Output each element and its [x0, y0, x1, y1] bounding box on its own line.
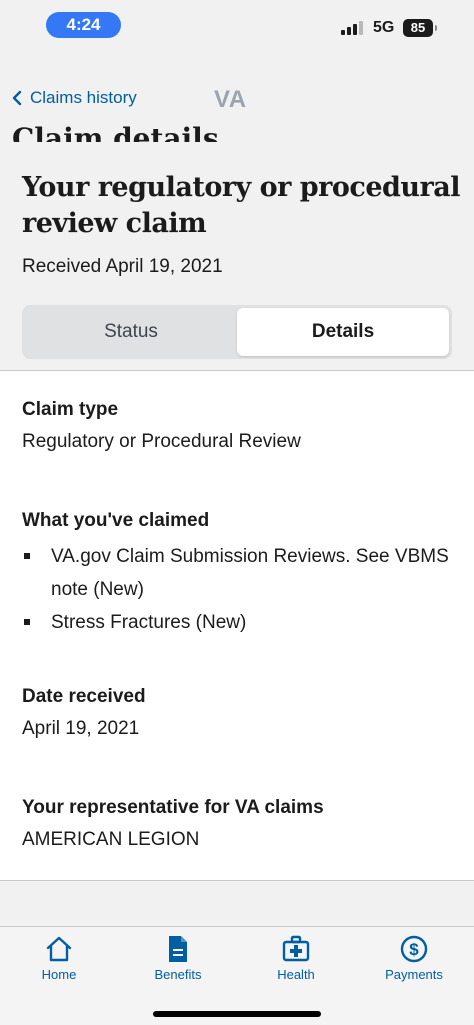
claim-type-section: Claim type Regulatory or Procedural Revi…	[22, 399, 462, 455]
svg-text:$: $	[409, 940, 419, 959]
network-type: 5G	[373, 19, 395, 36]
claim-details-heading: Claim details	[12, 118, 462, 142]
bullet-icon	[24, 553, 30, 559]
representative-label: Your representative for VA claims	[22, 797, 324, 818]
home-indicator[interactable]	[153, 1011, 321, 1017]
status-time: 4:24	[46, 12, 121, 38]
representative-value: AMERICAN LEGION	[22, 829, 200, 850]
list-item: Stress Fractures (New)	[22, 606, 462, 639]
tab-payments-label: Payments	[385, 967, 443, 982]
received-date: Received April 19, 2021	[22, 256, 223, 277]
claimed-label: What you've claimed	[22, 510, 210, 531]
nav-header: Claims history VA	[0, 80, 474, 120]
medical-kit-icon	[282, 935, 310, 962]
tab-details[interactable]: Details	[237, 308, 449, 356]
status-bar: 4:24 5G 85	[0, 0, 474, 50]
signal-icon	[341, 21, 363, 35]
tab-benefits-label: Benefits	[154, 967, 202, 982]
bullet-icon	[24, 619, 30, 625]
claim-details-panel: Claim type Regulatory or Procedural Revi…	[0, 370, 474, 881]
back-button-label: Claims history	[30, 88, 137, 107]
dollar-circle-icon: $	[400, 935, 428, 963]
date-received-section: Date received April 19, 2021	[22, 686, 462, 742]
list-item: VA.gov Claim Submission Reviews. See VBM…	[22, 540, 462, 606]
tab-home-label: Home	[41, 967, 77, 982]
claim-details-heading-text: Claim details	[12, 122, 219, 142]
claimed-list: VA.gov Claim Submission Reviews. See VBM…	[22, 540, 462, 639]
home-icon	[46, 936, 72, 962]
representative-section: Your representative for VA claims AMERIC…	[22, 797, 462, 853]
tab-payments[interactable]: $ Payments	[364, 935, 464, 982]
tab-home[interactable]: Home	[9, 935, 109, 982]
claimed-section: What you've claimed VA.gov Claim Submiss…	[22, 510, 462, 639]
chevron-left-icon	[12, 90, 22, 106]
document-icon	[169, 936, 187, 962]
va-logo: VA	[214, 86, 247, 113]
claimed-item-text: Stress Fractures (New)	[51, 612, 247, 633]
claim-type-label: Claim type	[22, 399, 119, 420]
claim-type-value: Regulatory or Procedural Review	[22, 431, 301, 452]
claimed-item-text: VA.gov Claim Submission Reviews. See VBM…	[51, 546, 449, 600]
date-received-value: April 19, 2021	[22, 718, 140, 739]
tab-benefits[interactable]: Benefits	[128, 935, 228, 982]
status-details-segmented-control: Status Details	[22, 305, 452, 359]
tab-status[interactable]: Status	[25, 308, 237, 356]
date-received-label: Date received	[22, 686, 146, 707]
page-title: Your regulatory or procedural review cla…	[22, 172, 461, 239]
battery-icon: 85	[403, 19, 437, 37]
tab-health[interactable]: Health	[246, 935, 346, 982]
back-button[interactable]: Claims history	[12, 88, 137, 108]
tab-health-label: Health	[277, 967, 315, 982]
